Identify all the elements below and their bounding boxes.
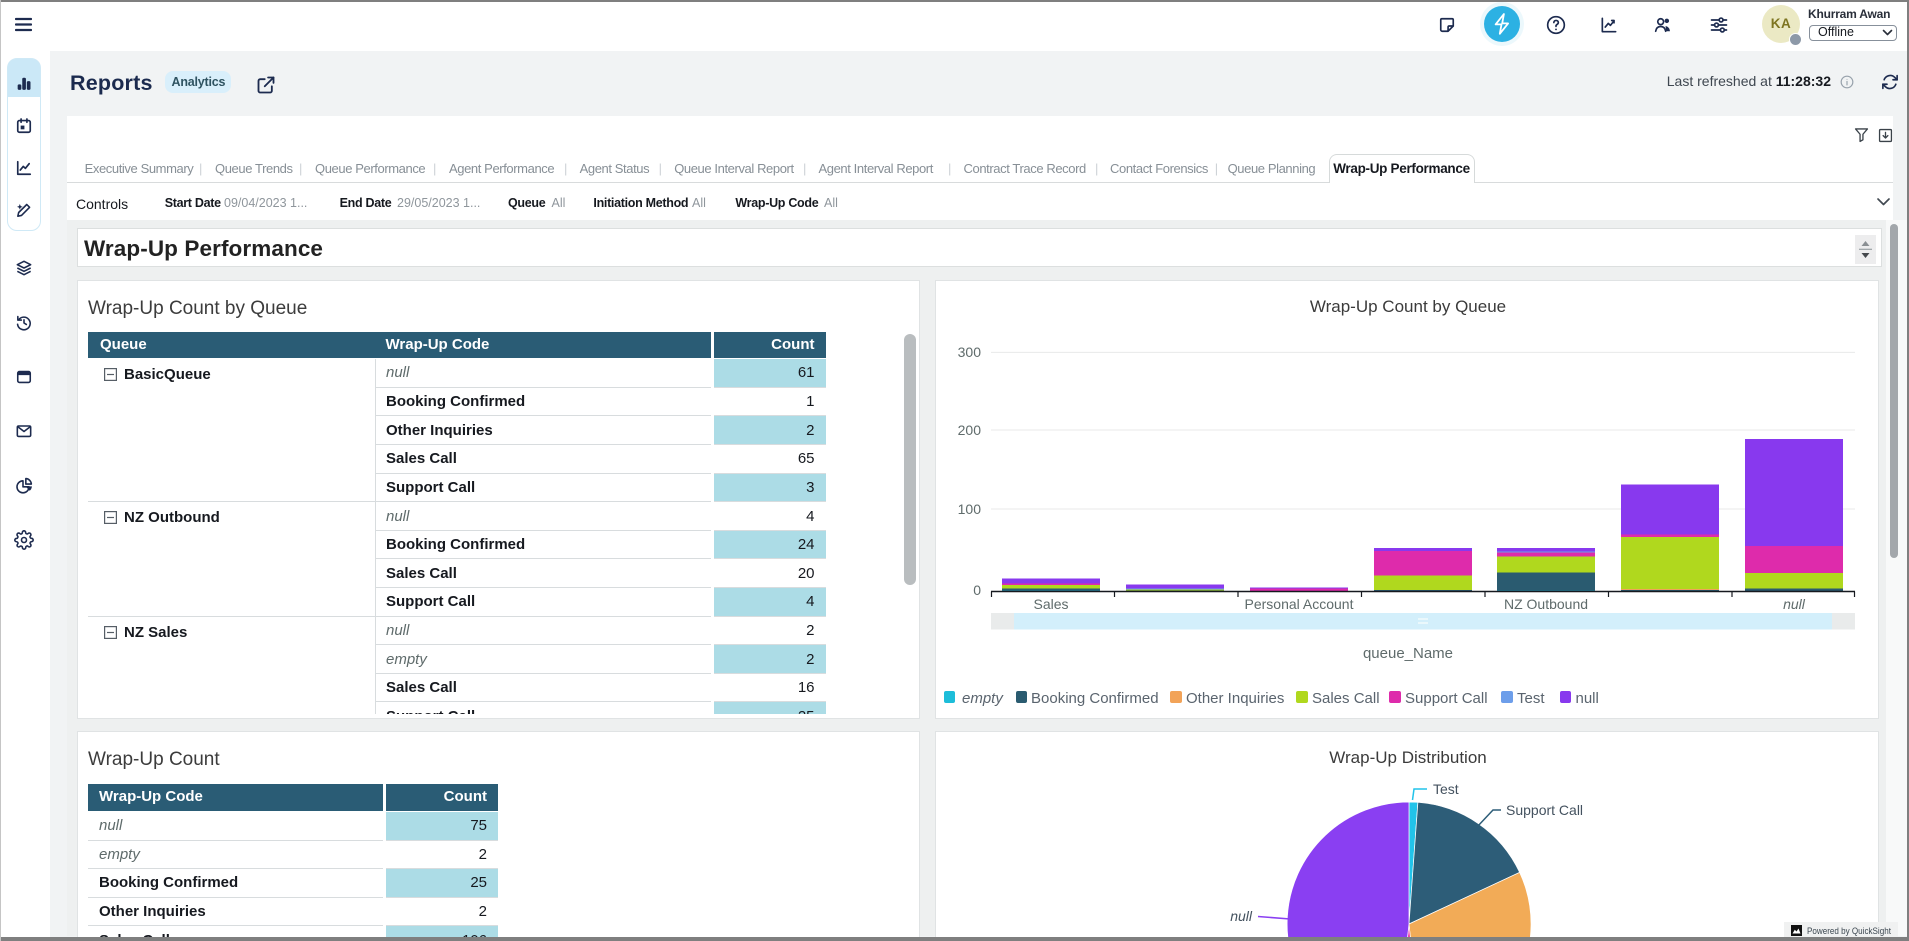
svg-text:0: 0 (973, 582, 981, 598)
svg-text:null: null (1230, 908, 1253, 924)
svg-text:200: 200 (958, 422, 982, 438)
svg-text:Wrap-Up Count by Queue: Wrap-Up Count by Queue (1310, 297, 1506, 316)
svg-text:queue_Name: queue_Name (1363, 645, 1453, 662)
svg-text:null: null (1783, 596, 1806, 612)
svg-text:Support Call: Support Call (1506, 802, 1583, 818)
svg-text:NZ Outbound: NZ Outbound (1504, 596, 1588, 612)
svg-text:300: 300 (958, 344, 982, 360)
svg-text:Test: Test (1433, 781, 1459, 797)
svg-text:Personal Account: Personal Account (1245, 596, 1354, 612)
svg-text:Sales: Sales (1033, 596, 1068, 612)
svg-text:100: 100 (958, 501, 982, 517)
svg-text:Wrap-Up Distribution: Wrap-Up Distribution (1329, 748, 1486, 767)
